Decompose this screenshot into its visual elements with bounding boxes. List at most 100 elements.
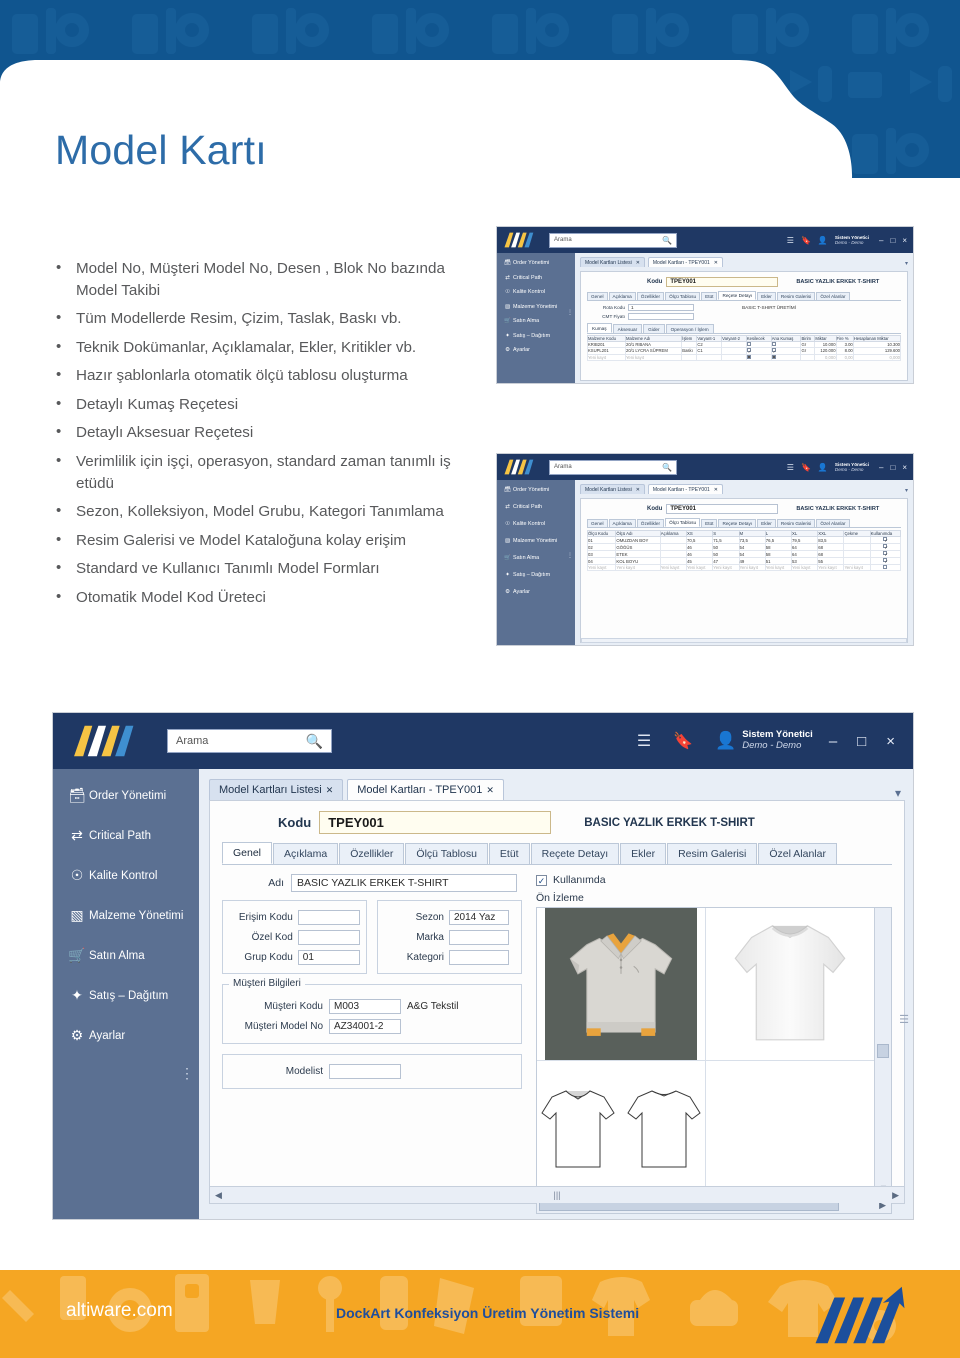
sidebar-item-kalite-kontrol[interactable]: ☉ Kalite Kontrol: [502, 289, 575, 295]
tab-ekler[interactable]: Ekler: [620, 843, 667, 864]
menu-icon[interactable]: ☰: [637, 731, 651, 751]
kodu-value[interactable]: TPEY001: [319, 811, 552, 834]
grup-kodu-value[interactable]: 01: [297, 950, 360, 965]
doc-tab-liste[interactable]: Model Kartları Listesi ✕: [580, 484, 645, 494]
subtab-aksesuar[interactable]: Aksesuar: [612, 324, 643, 333]
tab-resim-galerisi[interactable]: Resim Galerisi: [776, 519, 816, 528]
table-row[interactable]: 01 OMUZDAN BOY 70,5 71,5 73,5 76,5 79,5 …: [586, 536, 902, 545]
user-icon[interactable]: 👤: [715, 731, 736, 751]
panel-hscrollbar[interactable]: ◀ ||| ▶: [210, 1186, 904, 1203]
tab-ozellikler[interactable]: Özellikler: [636, 519, 665, 528]
close-icon[interactable]: ✕: [486, 785, 494, 796]
kodu-value[interactable]: TPEY001: [666, 504, 779, 514]
preview-cell-polo[interactable]: [537, 908, 706, 1061]
tab-olcu-tablosu[interactable]: Ölçü Tablosu: [665, 292, 701, 301]
close-icon[interactable]: ✕: [714, 260, 718, 266]
cell-checkbox[interactable]: ✓: [770, 346, 802, 355]
musteri-kodu-value[interactable]: M003: [329, 999, 401, 1014]
user-icon[interactable]: 👤: [818, 463, 828, 472]
sidebar-resize-grip[interactable]: ⋮: [567, 309, 573, 316]
tab-ekler[interactable]: Ekler: [757, 519, 776, 528]
chevron-left-icon[interactable]: ◀: [215, 1190, 222, 1201]
menu-icon[interactable]: ☰: [787, 463, 794, 472]
kodu-value[interactable]: TPEY001: [666, 277, 779, 287]
close-button[interactable]: ×: [886, 733, 895, 750]
panel-resize-grip[interactable]: ☰: [899, 1013, 909, 1026]
sidebar-item-ayarlar[interactable]: ⚙ Ayarlar: [65, 1027, 199, 1044]
vscroll-thumb[interactable]: [877, 1044, 889, 1058]
sidebar-item-kalite-kontrol[interactable]: ☉ Kalite Kontrol: [65, 867, 199, 884]
minimize-button[interactable]: –: [879, 463, 883, 472]
thumb1-search-input[interactable]: Arama 🔍: [549, 232, 677, 248]
menu-icon[interactable]: ☰: [787, 236, 794, 245]
sidebar-resize-grip[interactable]: ⋮: [180, 1065, 194, 1082]
doc-tab-model-karti[interactable]: Model Kartları - TPEY001 ✕: [647, 257, 723, 267]
table-row[interactable]: 03 ETEK 46 50 54 58 64 68 ✓: [586, 550, 902, 559]
cell-checkbox[interactable]: [869, 564, 902, 572]
subtab-gider[interactable]: Gider: [643, 324, 665, 333]
search-icon[interactable]: 🔍: [306, 733, 323, 750]
close-icon[interactable]: ✕: [326, 785, 334, 796]
musteri-model-no-value[interactable]: AZ34001-2: [329, 1019, 401, 1034]
bookmark-icon[interactable]: 🔖: [673, 731, 693, 751]
sidebar-item-malzeme-yonetimi[interactable]: ▧ Malzeme Yönetimi: [502, 538, 575, 544]
tab-ekler[interactable]: Ekler: [757, 292, 776, 301]
tab-recete-detayi[interactable]: Reçete Detayı: [530, 843, 620, 864]
kategori-value[interactable]: [449, 950, 509, 965]
thumb2-search-input[interactable]: Arama 🔍: [549, 459, 677, 475]
tab-ozel-alanlar[interactable]: Özel Alanlar: [816, 519, 850, 528]
minimize-button[interactable]: –: [879, 236, 883, 245]
cell-checkbox[interactable]: ✓: [869, 536, 902, 545]
sidebar-item-critical-path[interactable]: ⇄ Critical Path: [65, 827, 199, 844]
bookmark-icon[interactable]: 🔖: [801, 236, 811, 245]
preview-cell-empty[interactable]: [706, 1061, 874, 1197]
doc-tab-liste[interactable]: Model Kartları Listesi ✕: [209, 779, 344, 800]
tab-etut[interactable]: Etüt: [701, 292, 718, 301]
maximize-button[interactable]: □: [890, 236, 895, 245]
sidebar-item-satin-alma[interactable]: 🛒 Satın Alma: [502, 555, 575, 561]
tab-etut[interactable]: Etüt: [701, 519, 718, 528]
hscrollbar[interactable]: [581, 638, 907, 643]
tab-genel[interactable]: Genel: [587, 292, 608, 301]
doc-tab-model-karti[interactable]: Model Kartları - TPEY001 ✕: [647, 484, 723, 494]
tab-recete-detayi[interactable]: Reçete Detayı: [718, 519, 757, 528]
tab-etut[interactable]: Etüt: [488, 843, 530, 864]
close-icon[interactable]: ✕: [636, 260, 640, 266]
cell-checkbox[interactable]: [770, 353, 802, 361]
table-row[interactable]: 04 KOL BOYU 45 47 49 51 53 55 ✓: [586, 557, 902, 566]
tab-ozel-alanlar[interactable]: Özel Alanlar: [758, 843, 837, 864]
chevron-down-icon[interactable]: ▾: [905, 487, 908, 494]
cell-checkbox[interactable]: ✓: [869, 550, 902, 559]
sidebar-item-satis-dagitim[interactable]: ✦ Satış – Dağıtım: [65, 987, 199, 1004]
sidebar-item-satin-alma[interactable]: 🛒 Satın Alma: [65, 947, 199, 964]
doc-tab-model-karti[interactable]: Model Kartları - TPEY001 ✕: [347, 779, 504, 800]
preview-cell-tshirt[interactable]: [706, 908, 874, 1061]
sidebar-item-critical-path[interactable]: ⇄ Critical Path: [502, 504, 575, 510]
tab-aciklama[interactable]: Açıklama: [273, 843, 339, 864]
bookmark-icon[interactable]: 🔖: [801, 463, 811, 472]
kullanimda-checkbox[interactable]: ✓: [536, 874, 547, 886]
subtab-operasyon[interactable]: Operasyon / İşlem: [665, 324, 714, 333]
cell-checkbox[interactable]: ✓: [869, 543, 902, 552]
sidebar-item-satin-alma[interactable]: 🛒 Satın Alma: [502, 318, 575, 324]
close-button[interactable]: ×: [902, 236, 907, 245]
table-row-new[interactable]: Yeni kayıt Yeni kayıt Yeni kayıt Yeni ka…: [586, 564, 902, 572]
user-icon[interactable]: 👤: [818, 236, 828, 245]
tab-ozellikler[interactable]: Özellikler: [339, 843, 405, 864]
tab-resim-galerisi[interactable]: Resim Galerisi: [667, 843, 758, 864]
tab-olcu-tablosu[interactable]: Ölçü Tablosu: [665, 518, 701, 528]
close-button[interactable]: ×: [902, 463, 907, 472]
sidebar-item-ayarlar[interactable]: ⚙ Ayarlar: [502, 589, 575, 595]
erisim-kodu-value[interactable]: [297, 910, 360, 925]
tab-olcu-tablosu[interactable]: Ölçü Tablosu: [405, 843, 488, 864]
doc-tab-liste[interactable]: Model Kartları Listesi ✕: [580, 257, 645, 267]
cell-checkbox[interactable]: ✓: [869, 557, 902, 566]
tab-genel[interactable]: Genel: [587, 519, 608, 528]
preview-vscrollbar[interactable]: ▼: [874, 908, 891, 1197]
sidebar-item-malzeme-yonetimi[interactable]: ▧ Malzeme Yönetimi: [502, 304, 575, 310]
tab-ozellikler[interactable]: Özellikler: [636, 292, 665, 301]
adi-value[interactable]: BASIC YAZLIK ERKEK T-SHIRT: [291, 874, 517, 892]
tab-aciklama[interactable]: Açıklama: [608, 292, 636, 301]
tab-recete-detayi[interactable]: Reçete Detayı: [718, 291, 757, 301]
sidebar-item-satis-dagitim[interactable]: ✦ Satış – Dağıtım: [502, 572, 575, 578]
